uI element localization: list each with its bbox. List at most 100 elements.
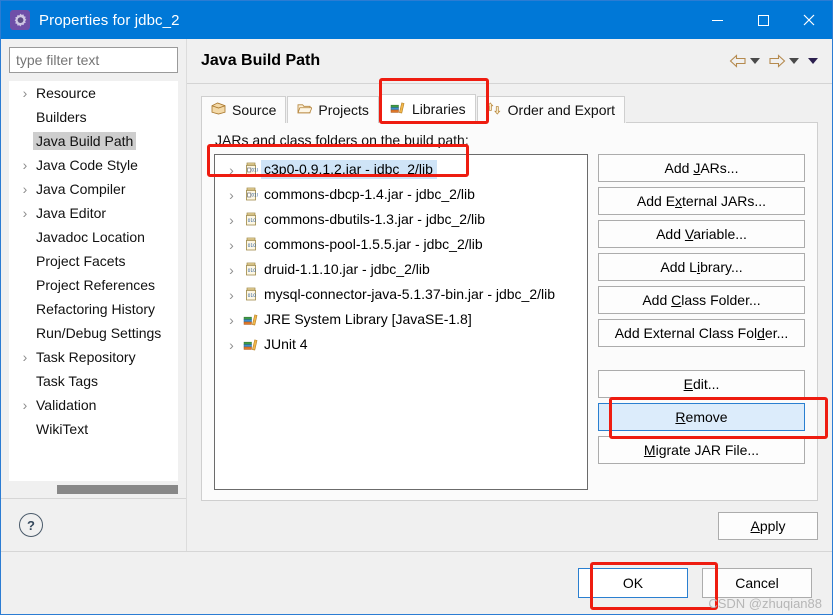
tab-label: Source [232, 102, 277, 118]
cancel-button[interactable]: Cancel [702, 568, 812, 598]
sidebar-item-validation[interactable]: › Validation [9, 393, 178, 417]
properties-gear-icon [10, 10, 30, 30]
sidebar-item-refactoring-history[interactable]: Refactoring History [9, 297, 178, 321]
sidebar-item-label: Java Compiler [36, 181, 126, 197]
ok-button[interactable]: OK [578, 568, 688, 598]
svg-text:010: 010 [247, 243, 256, 249]
settings-tree[interactable]: › Resource Builders Java Build Path › Ja… [9, 81, 178, 481]
apply-row: Apply [187, 501, 832, 551]
forward-arrow-icon[interactable] [768, 51, 786, 71]
list-item-label: druid-1.1.10.jar - jdbc_2/lib [264, 261, 430, 277]
chevron-right-icon[interactable]: › [17, 157, 33, 173]
view-menu-dropdown[interactable] [808, 51, 818, 71]
settings-page: Java Build Path Source Projects Librarie… [187, 39, 832, 551]
settings-sidebar: › Resource Builders Java Build Path › Ja… [1, 39, 187, 551]
sidebar-item-java-build-path[interactable]: Java Build Path [9, 129, 178, 153]
sidebar-item-resource[interactable]: › Resource [9, 81, 178, 105]
list-item[interactable]: › 010 c3p0-0.9.1.2.jar - jdbc [215, 157, 587, 182]
tab-projects[interactable]: Projects [287, 96, 379, 123]
chevron-right-icon[interactable]: › [17, 349, 33, 365]
chevron-right-icon[interactable]: › [223, 162, 240, 178]
chevron-right-icon[interactable]: › [223, 287, 240, 303]
sidebar-item-java-compiler[interactable]: › Java Compiler [9, 177, 178, 201]
sidebar-item-task-repository[interactable]: › Task Repository [9, 345, 178, 369]
jar-with-source-icon: 010 [240, 162, 261, 177]
tab-source[interactable]: Source [201, 96, 287, 123]
chevron-right-icon[interactable]: › [223, 187, 240, 203]
chevron-right-icon[interactable]: › [223, 337, 240, 353]
add-external-class-folder-button[interactable]: Add External Class Folder... [598, 319, 805, 347]
sidebar-item-run-debug-settings[interactable]: Run/Debug Settings [9, 321, 178, 345]
add-jars-button[interactable]: Add JARs... [598, 154, 805, 182]
list-item[interactable]: › 010 mysql-connector-java-5.1.37-bin.ja… [215, 282, 587, 307]
classpath-actions: Add JARs... Add External JARs... Add Var… [598, 154, 805, 490]
open-folder-icon [297, 102, 313, 118]
list-item[interactable]: › JUnit 4 [215, 332, 587, 357]
filter-container [1, 39, 186, 77]
minimize-button[interactable] [694, 1, 740, 39]
tree-horizontal-scrollbar[interactable] [9, 481, 178, 498]
chevron-right-icon[interactable]: › [17, 181, 33, 197]
sidebar-item-java-code-style[interactable]: › Java Code Style [9, 153, 178, 177]
sidebar-item-project-references[interactable]: Project References [9, 273, 178, 297]
tab-label: Order and Export [507, 102, 616, 118]
window-controls [694, 1, 832, 39]
sidebar-item-label: Refactoring History [36, 301, 156, 317]
chevron-right-icon[interactable]: › [223, 212, 240, 228]
sidebar-item-builders[interactable]: Builders [9, 105, 178, 129]
list-item[interactable]: › 010 commons-dbutils-1.3.jar - jdbc_2/l… [215, 207, 587, 232]
sidebar-item-task-tags[interactable]: Task Tags [9, 369, 178, 393]
add-variable-button[interactable]: Add Variable... [598, 220, 805, 248]
chevron-right-icon[interactable]: › [223, 312, 240, 328]
sidebar-item-label: Java Editor [36, 205, 107, 221]
properties-dialog: Properties for jdbc_2 › Resource B [0, 0, 833, 615]
list-label: JARs and class folders on the build path… [215, 132, 469, 148]
svg-text:010: 010 [247, 268, 256, 274]
chevron-right-icon[interactable]: › [223, 237, 240, 253]
sidebar-item-project-facets[interactable]: Project Facets [9, 249, 178, 273]
jar-icon: 010 [240, 262, 261, 277]
filter-input[interactable] [9, 47, 178, 73]
tab-order-and-export[interactable]: Order and Export [476, 96, 626, 123]
chevron-right-icon[interactable]: › [17, 205, 33, 221]
help-icon[interactable]: ? [19, 513, 43, 537]
forward-history-dropdown[interactable] [789, 51, 799, 71]
sidebar-item-wikitext[interactable]: WikiText [9, 417, 178, 441]
close-button[interactable] [786, 1, 832, 39]
page-title: Java Build Path [201, 52, 321, 69]
add-class-folder-button[interactable]: Add Class Folder... [598, 286, 805, 314]
classpath-entries-list[interactable]: › 010 c3p0-0.9.1.2.jar - jdbc [214, 154, 588, 490]
back-arrow-icon[interactable] [729, 51, 747, 71]
list-item[interactable]: › 010 commons-dbcp-1.4.jar - [215, 182, 587, 207]
edit-button[interactable]: Edit... [598, 370, 805, 398]
list-item[interactable]: › JRE System Library [JavaSE-1.8] [215, 307, 587, 332]
sidebar-item-label: Task Tags [36, 373, 98, 389]
books-icon [390, 101, 406, 117]
sidebar-item-label: Java Code Style [36, 157, 138, 173]
chevron-right-icon[interactable]: › [223, 262, 240, 278]
source-package-icon [211, 102, 226, 118]
page-content: Source Projects Libraries Order and Expo… [187, 84, 832, 501]
dialog-footer: OK Cancel [1, 551, 832, 614]
list-item-label: commons-dbcp-1.4.jar - jdbc_2/lib [264, 186, 475, 202]
svg-text:010: 010 [251, 168, 258, 173]
add-library-button[interactable]: Add Library... [598, 253, 805, 281]
tree-scrollbar-thumb[interactable] [57, 485, 178, 494]
maximize-button[interactable] [740, 1, 786, 39]
remove-button[interactable]: Remove [598, 403, 805, 431]
apply-button[interactable]: Apply [718, 512, 818, 540]
tab-libraries[interactable]: Libraries [379, 94, 476, 123]
sidebar-footer: ? [1, 498, 186, 551]
sidebar-item-java-editor[interactable]: › Java Editor [9, 201, 178, 225]
list-item-label: mysql-connector-java-5.1.37-bin.jar - jd… [264, 286, 556, 302]
chevron-right-icon[interactable]: › [17, 397, 33, 413]
migrate-jar-file-button[interactable]: Migrate JAR File... [598, 436, 805, 464]
list-item[interactable]: › 010 commons-pool-1.5.5.jar - jdbc_2/li… [215, 232, 587, 257]
back-history-dropdown[interactable] [750, 51, 760, 71]
chevron-right-icon[interactable]: › [17, 85, 33, 101]
build-path-tabs: Source Projects Libraries Order and Expo… [201, 94, 818, 123]
svg-text:010: 010 [251, 193, 258, 198]
list-item[interactable]: › 010 druid-1.1.10.jar - jdbc_2/lib [215, 257, 587, 282]
add-external-jars-button[interactable]: Add External JARs... [598, 187, 805, 215]
sidebar-item-javadoc-location[interactable]: Javadoc Location [9, 225, 178, 249]
